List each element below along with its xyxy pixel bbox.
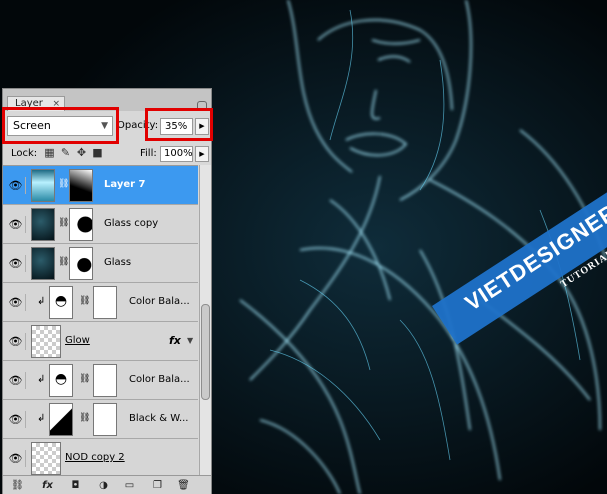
eye-icon[interactable]: 👁 xyxy=(6,255,26,272)
add-layer-style-icon[interactable]: fx xyxy=(41,479,54,492)
layer-mask-thumbnail xyxy=(93,286,117,319)
expand-effects-arrow-icon[interactable]: ▼ xyxy=(187,336,193,345)
new-group-folder-icon[interactable]: ▭ xyxy=(123,479,136,492)
layer-row[interactable]: 👁 NOD copy 2 xyxy=(3,439,198,475)
eye-icon[interactable]: 👁 xyxy=(6,450,26,467)
lock-position-move-icon[interactable]: ✥ xyxy=(75,146,88,159)
link-icon: ⛓ xyxy=(79,413,91,423)
clipping-arrow-icon: ↲ xyxy=(37,296,46,307)
layer-name: Black & W... xyxy=(129,413,189,424)
fx-icon[interactable]: fx xyxy=(169,334,181,347)
clipping-arrow-icon: ↲ xyxy=(37,374,46,385)
layer-name: Color Bala... xyxy=(129,296,190,307)
clipping-arrow-icon: ↲ xyxy=(37,413,46,424)
eye-icon[interactable]: 👁 xyxy=(6,333,26,350)
layer-mask-thumbnail xyxy=(69,247,93,280)
eye-icon[interactable]: 👁 xyxy=(6,177,26,194)
layer-row[interactable]: 👁 ⛓ Glass xyxy=(3,244,198,283)
new-layer-icon[interactable]: ❐ xyxy=(151,479,164,492)
eye-icon[interactable]: 👁 xyxy=(6,294,26,311)
color-balance-adjustment-icon: ◓ xyxy=(49,286,73,319)
scrollbar-thumb[interactable] xyxy=(201,304,210,400)
layer-name: Color Bala... xyxy=(129,374,190,385)
link-icon: ⛓ xyxy=(79,296,91,306)
opacity-highlight-box xyxy=(145,108,213,141)
layer-name: NOD copy 2 xyxy=(65,452,125,463)
layer-mask-thumbnail xyxy=(93,364,117,397)
layer-thumbnail xyxy=(31,442,61,475)
trash-icon[interactable]: 🗑 xyxy=(177,479,190,492)
layers-panel: Layer × Screen ▼ Opacity: 35% ▶ Lock: ▦ … xyxy=(2,88,212,494)
fill-input[interactable]: 100% xyxy=(160,146,193,162)
layer-thumbnail xyxy=(31,169,55,202)
layer-name: Glass copy xyxy=(104,218,159,229)
panel-menu-icon[interactable] xyxy=(197,101,207,108)
panel-footer-toolbar: ⛓ fx ◘ ◑ ▭ ❐ 🗑 xyxy=(3,475,211,494)
layer-row[interactable]: 👁 Glow fx ▼ xyxy=(3,322,198,361)
lock-all-icon[interactable]: ■ xyxy=(91,146,104,159)
layer-name: Layer 7 xyxy=(104,179,146,190)
layer-row[interactable]: 👁 ⛓ Glass copy xyxy=(3,205,198,244)
layer-mask-thumbnail xyxy=(69,169,93,202)
add-mask-icon[interactable]: ◘ xyxy=(69,479,82,492)
layer-mask-thumbnail xyxy=(93,403,117,436)
link-icon: ⛓ xyxy=(58,257,70,267)
blend-mode-highlight-box xyxy=(2,107,119,144)
fill-slider-arrow-icon[interactable]: ▶ xyxy=(195,146,209,162)
layer-name: Glass xyxy=(104,257,132,268)
layer-thumbnail xyxy=(31,208,55,241)
color-balance-adjustment-icon: ◓ xyxy=(49,364,73,397)
lock-label: Lock: xyxy=(11,148,38,159)
fill-label: Fill: xyxy=(140,148,157,159)
eye-icon[interactable]: 👁 xyxy=(6,216,26,233)
layer-mask-thumbnail xyxy=(69,208,93,241)
lock-transparency-icon[interactable]: ▦ xyxy=(43,146,56,159)
link-layers-icon[interactable]: ⛓ xyxy=(11,479,24,492)
layer-list-scrollbar[interactable] xyxy=(199,165,211,475)
black-white-adjustment-icon xyxy=(49,403,73,436)
new-adjustment-layer-icon[interactable]: ◑ xyxy=(97,479,110,492)
layer-thumbnail xyxy=(31,325,61,358)
link-icon: ⛓ xyxy=(58,179,70,189)
layer-row[interactable]: 👁 ↲ ◓ ⛓ Color Bala... xyxy=(3,283,198,322)
eye-icon[interactable]: 👁 xyxy=(6,372,26,389)
layer-row[interactable]: 👁 ↲ ◓ ⛓ Color Bala... xyxy=(3,361,198,400)
lock-image-brush-icon[interactable]: ✎ xyxy=(59,146,72,159)
layer-row[interactable]: 👁 ↲ ⛓ Black & W... xyxy=(3,400,198,439)
layer-row[interactable]: 👁 ⛓ Layer 7 xyxy=(3,166,198,205)
layer-thumbnail xyxy=(31,247,55,280)
link-icon: ⛓ xyxy=(79,374,91,384)
eye-icon[interactable]: 👁 xyxy=(6,411,26,428)
link-icon: ⛓ xyxy=(58,218,70,228)
layer-name: Glow xyxy=(65,335,90,346)
layer-list: 👁 ⛓ Layer 7 👁 ⛓ Glass copy 👁 ⛓ Glass 👁 ↲… xyxy=(3,165,198,475)
